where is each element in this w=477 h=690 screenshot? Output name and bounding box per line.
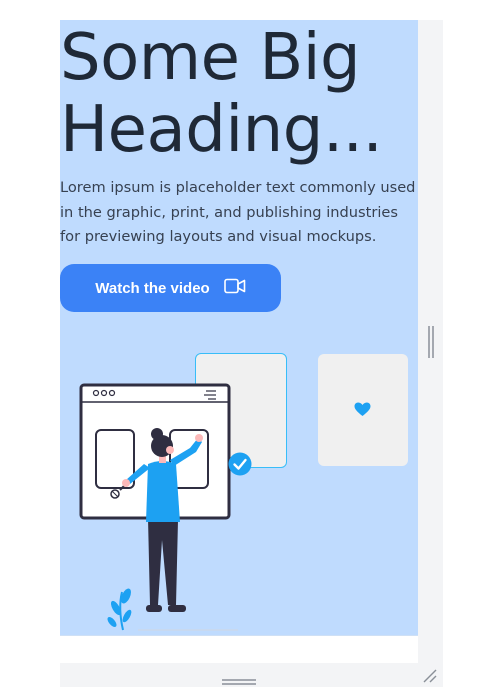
favorite-card[interactable]: [318, 354, 408, 466]
watch-video-label: Watch the video: [95, 279, 210, 297]
hero-paragraph: Lorem ipsum is placeholder text commonly…: [60, 179, 416, 245]
page-viewport: Some Big Heading... Lorem ipsum is place…: [60, 20, 418, 635]
watch-video-button[interactable]: Watch the video: [60, 264, 281, 312]
page-footer-strip: [60, 635, 418, 663]
heart-icon: [354, 402, 371, 421]
check-circle-icon: [228, 452, 252, 480]
person-sketching-illustration: [79, 383, 238, 631]
vertical-grip-icon[interactable]: [428, 326, 434, 362]
page-heading: Some Big Heading...: [60, 21, 383, 167]
video-camera-icon: [223, 278, 246, 298]
horizontal-grip-icon[interactable]: [222, 671, 256, 690]
resize-handle-icon[interactable]: [422, 668, 438, 688]
